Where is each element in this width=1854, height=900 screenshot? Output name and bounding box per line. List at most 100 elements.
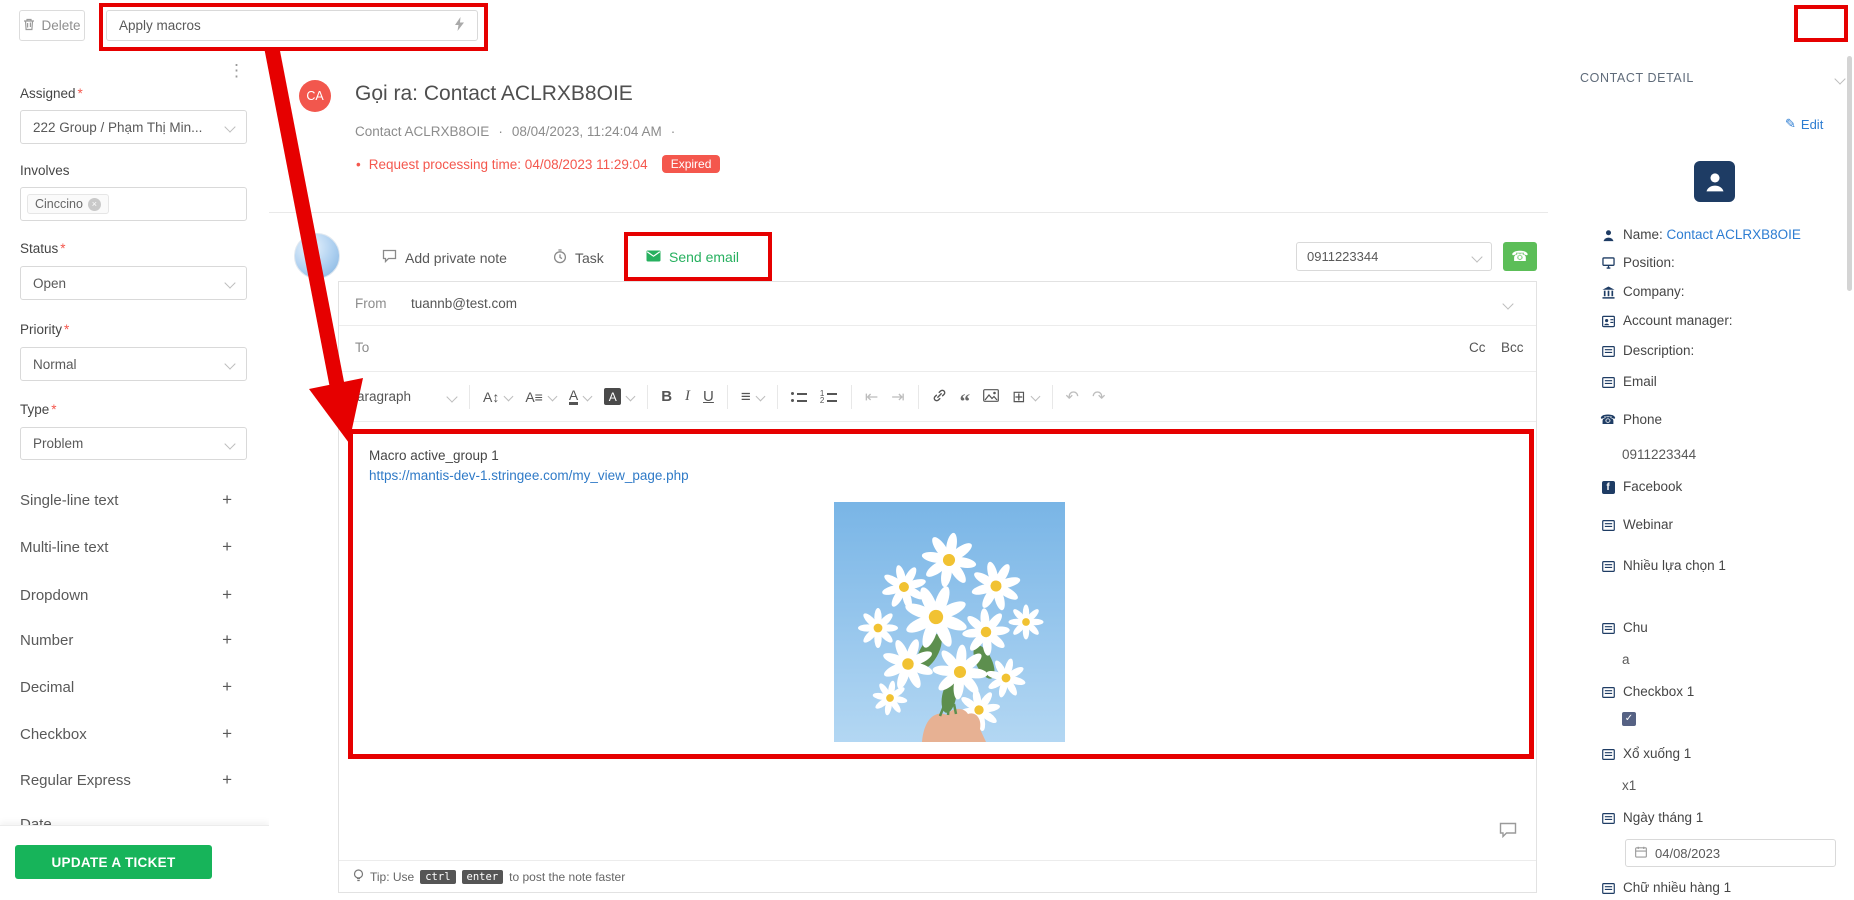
dropdown1-value[interactable]: x1	[1622, 778, 1636, 793]
chevron-down-icon	[224, 121, 235, 132]
insert-link-button[interactable]	[932, 388, 947, 406]
custom-field-single-line: Single-line text +	[20, 490, 232, 510]
delete-button-label: Delete	[41, 18, 80, 33]
tip-suffix: to post the note faster	[509, 870, 625, 884]
numbered-list-button[interactable]: 12	[820, 390, 838, 403]
custom-field-label: Checkbox	[20, 726, 87, 743]
font-color-button[interactable]: A	[569, 388, 591, 405]
indent-button[interactable]: ⇥	[891, 387, 904, 407]
priority-select[interactable]: Normal	[20, 347, 247, 381]
lightning-icon	[454, 17, 465, 34]
remove-tag-icon[interactable]: ×	[88, 198, 101, 211]
header-divider	[269, 212, 1548, 213]
contact-field-facebook: f Facebook	[1601, 479, 1682, 495]
bcc-button[interactable]: Bcc	[1501, 340, 1524, 355]
delete-button[interactable]: Delete	[19, 10, 85, 41]
tab-send-email[interactable]: Send email	[646, 249, 739, 265]
add-field-button[interactable]: +	[222, 490, 232, 510]
align-button[interactable]: ≡	[741, 387, 764, 407]
call-button[interactable]: ☎	[1503, 242, 1537, 271]
chu-value[interactable]: a	[1622, 652, 1630, 667]
expired-badge: Expired	[662, 155, 721, 173]
bold-button[interactable]: B	[661, 388, 672, 405]
font-size-button[interactable]: A↕	[483, 389, 512, 405]
block-quote-button[interactable]: “	[960, 396, 971, 406]
insert-table-button[interactable]: ⊞	[1012, 387, 1038, 407]
toolbar-separator	[647, 385, 648, 409]
phone-icon: ☎	[1601, 413, 1615, 427]
assigned-select[interactable]: 222 Group / Phạm Thị Min...	[20, 110, 247, 144]
bullet-icon: •	[356, 157, 361, 172]
phone-value[interactable]: 0911223344	[1622, 447, 1696, 462]
field-label: Account manager:	[1623, 313, 1733, 329]
chevron-down-icon[interactable]	[1502, 298, 1513, 309]
meta-separator: ·	[671, 124, 676, 139]
email-body-text[interactable]: Macro active_group 1	[369, 448, 499, 463]
from-value[interactable]: tuannb@test.com	[411, 296, 517, 311]
background-color-button[interactable]: A	[604, 388, 634, 405]
insert-image-button[interactable]	[983, 389, 999, 405]
scrollbar-thumb[interactable]	[1847, 56, 1852, 291]
paragraph-style-dropdown[interactable]: Paragraph	[348, 389, 456, 404]
type-select[interactable]: Problem	[20, 427, 247, 460]
phone-number-select[interactable]: 0911223344	[1296, 242, 1492, 271]
font-style-button[interactable]: A≡	[525, 389, 556, 405]
status-value: Open	[33, 276, 66, 291]
italic-button[interactable]: I	[685, 388, 690, 405]
email-body-link[interactable]: https://mantis-dev-1.stringee.com/my_vie…	[369, 468, 689, 483]
bulleted-list-button[interactable]	[791, 390, 807, 403]
apply-macros-input[interactable]: Apply macros	[106, 10, 478, 41]
outdent-button[interactable]: ⇤	[865, 387, 878, 407]
apply-macros-placeholder: Apply macros	[119, 18, 201, 33]
toolbar-separator	[918, 385, 919, 409]
facebook-icon: f	[1601, 480, 1615, 494]
underline-button[interactable]: U	[703, 388, 714, 405]
edit-contact-button[interactable]: ✎ Edit	[1785, 116, 1823, 132]
date1-input[interactable]: 04/08/2023	[1625, 839, 1836, 867]
tab-add-private-note[interactable]: Add private note	[382, 249, 507, 266]
monitor-icon	[1601, 256, 1615, 270]
account-manager-icon	[1601, 314, 1615, 328]
to-label[interactable]: To	[355, 340, 369, 355]
lightbulb-icon	[353, 869, 364, 886]
collapse-chevron-icon[interactable]	[1834, 73, 1845, 84]
tab-task[interactable]: Task	[553, 249, 604, 267]
chevron-down-icon	[224, 358, 235, 369]
contact-field-description: Description:	[1601, 343, 1694, 359]
sidebar-footer: UPDATE A TICKET	[0, 825, 269, 900]
add-field-button[interactable]: +	[222, 724, 232, 744]
add-field-button[interactable]: +	[222, 677, 232, 697]
daisy-photo	[834, 502, 1065, 742]
involves-input[interactable]: Cinccino ×	[20, 187, 247, 221]
tab-label: Task	[575, 250, 604, 266]
card-icon	[1601, 375, 1615, 389]
contact-field-webinar: Webinar	[1601, 517, 1673, 533]
card-icon	[1601, 621, 1615, 635]
add-field-button[interactable]: +	[222, 630, 232, 650]
contact-field-dropdown1: Xổ xuống 1	[1601, 746, 1691, 762]
undo-button[interactable]: ↶	[1066, 387, 1079, 407]
card-icon	[1601, 811, 1615, 825]
field-label: Company:	[1623, 284, 1685, 300]
checkbox1-checked[interactable]: ✓	[1622, 712, 1636, 726]
kebab-menu-icon[interactable]: ⋮	[228, 61, 245, 81]
add-field-button[interactable]: +	[222, 585, 232, 605]
enter-key-badge: enter	[462, 870, 504, 884]
field-label: Webinar	[1623, 517, 1673, 533]
field-label: Nhiều lựa chọn 1	[1623, 558, 1726, 574]
date1-value: 04/08/2023	[1655, 846, 1720, 861]
status-select[interactable]: Open	[20, 266, 247, 300]
cc-button[interactable]: Cc	[1469, 340, 1486, 355]
add-field-button[interactable]: +	[222, 770, 232, 790]
field-label: Checkbox 1	[1623, 684, 1694, 700]
contact-detail-panel: CONTACT DETAIL ✎ Edit Name: Contact ACLR…	[1548, 53, 1854, 900]
comment-icon[interactable]	[1499, 822, 1517, 843]
numbered-list-icon: 12	[820, 390, 838, 403]
status-label: Status*	[20, 241, 66, 256]
ticket-title: Gọi ra: Contact ACLRXB8OIE	[355, 82, 633, 106]
update-ticket-button[interactable]: UPDATE A TICKET	[15, 845, 212, 879]
phone-call-icon: ☎	[1511, 248, 1528, 265]
add-field-button[interactable]: +	[222, 537, 232, 557]
contact-name-link[interactable]: Contact ACLRXB8OIE	[1667, 227, 1801, 242]
redo-button[interactable]: ↷	[1092, 387, 1105, 407]
